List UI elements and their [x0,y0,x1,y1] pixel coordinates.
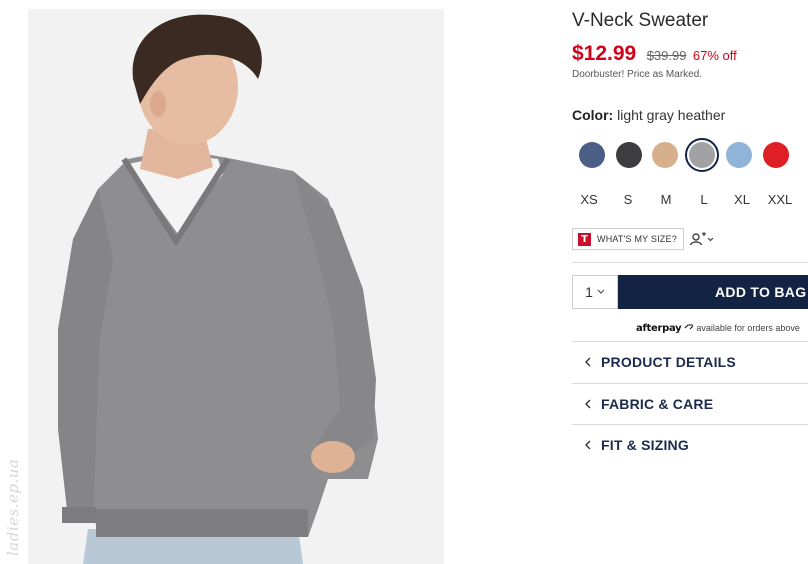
selected-color-name: light gray heather [617,107,726,123]
swatch-light-blue[interactable] [726,142,752,168]
product-image[interactable] [28,9,444,564]
size-option-m[interactable]: M [649,192,683,207]
color-swatches [572,138,808,176]
swatch-camel[interactable] [652,142,678,168]
whats-my-size-button[interactable]: T WHAT'S MY SIZE? [572,228,684,250]
whats-my-size-label: WHAT'S MY SIZE? [597,234,677,244]
chevron-left-icon [585,399,591,409]
size-option-xs[interactable]: XS [572,192,606,207]
chevron-down-icon [597,289,605,294]
accordion-fabric-care[interactable]: FABRIC & CARE [572,384,808,424]
size-option-xl[interactable]: XL [725,192,759,207]
quantity-select[interactable]: 1 [572,275,618,309]
size-option-xxl[interactable]: XXL [763,192,797,207]
discount-label: 67% off [692,48,737,63]
price-row: $12.99 $39.99 67% off [572,42,737,66]
swatch-light-gray-heather[interactable] [685,138,719,172]
add-to-bag-button[interactable]: ADD TO BAG [618,275,808,309]
size-selector: XS S M L XL XXL [572,192,808,210]
user-add-icon [689,232,714,246]
afterpay-message: afterpay available for orders above [636,323,800,334]
watermark-text: ladies.ep.ua [4,458,22,556]
divider [572,262,808,263]
fit-profile-dropdown[interactable] [688,231,716,247]
afterpay-logo: afterpay [636,323,682,334]
swatch-navy-heather[interactable] [579,142,605,168]
color-label: Color: [572,107,614,123]
price-note: Doorbuster! Price as Marked. [572,69,703,80]
afterpay-text: available for orders above [696,323,800,333]
size-option-l[interactable]: L [687,192,721,207]
swatch-red[interactable] [763,142,789,168]
true-fit-logo: T [578,232,591,246]
original-price: $39.99 [646,48,687,63]
model-photo [28,9,444,564]
accordion-label: FIT & SIZING [601,437,689,453]
chevron-left-icon [585,357,591,367]
quantity-value: 1 [585,284,593,300]
accordion-fit-sizing[interactable]: FIT & SIZING [572,425,808,465]
product-title: V-Neck Sweater [572,10,709,31]
swatch-charcoal[interactable] [616,142,642,168]
color-label-row: Color: light gray heather [572,107,725,123]
size-option-s[interactable]: S [611,192,645,207]
chevron-left-icon [585,440,591,450]
sale-price: $12.99 [572,42,637,65]
accordion-product-details[interactable]: PRODUCT DETAILS [572,342,808,382]
afterpay-arrows-icon [684,324,694,330]
accordion-label: FABRIC & CARE [601,396,714,412]
accordion-label: PRODUCT DETAILS [601,354,736,370]
watermark: ladies.ep.ua [2,440,24,558]
